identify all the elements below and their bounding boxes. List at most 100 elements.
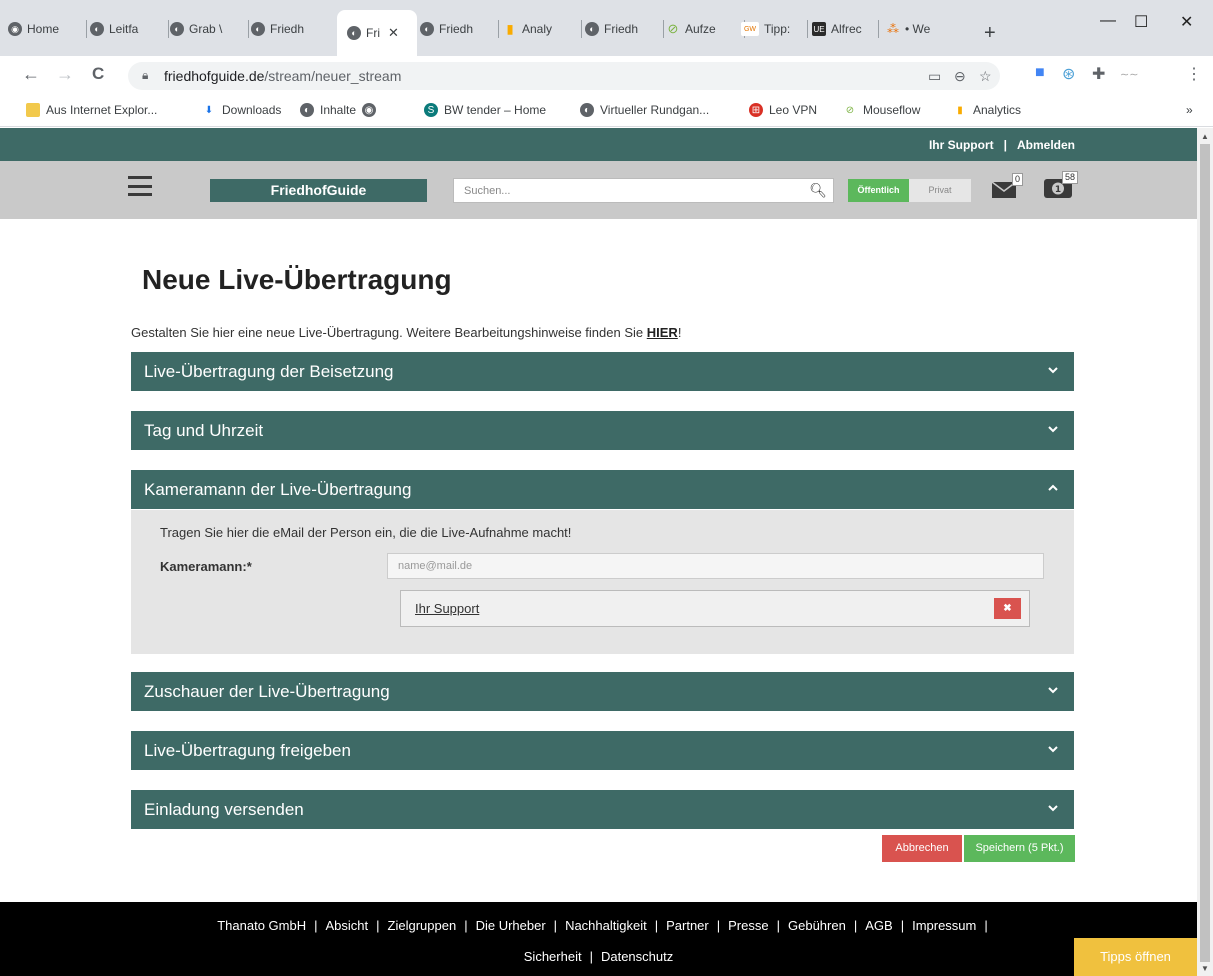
footer-divider: | bbox=[464, 918, 468, 933]
browser-tab[interactable]: ◐ Grab \ bbox=[170, 16, 246, 42]
kameramann-tag-link[interactable]: Ihr Support bbox=[415, 601, 479, 616]
site-icon: ◐ bbox=[251, 22, 265, 36]
cancel-button[interactable]: Abbrechen bbox=[882, 835, 962, 862]
browser-tab[interactable]: ◐ Leitfa bbox=[90, 16, 166, 42]
scroll-up-icon[interactable]: ▲ bbox=[1201, 132, 1209, 141]
browser-tab[interactable]: ◉ Home bbox=[8, 16, 84, 42]
bookmark-item[interactable]: ⬇ Downloads bbox=[202, 103, 282, 117]
tab-separator bbox=[168, 20, 169, 38]
tab-title: Tipp: bbox=[764, 22, 791, 36]
close-window-icon[interactable]: ✕ bbox=[1180, 12, 1193, 32]
site-logo[interactable]: FriedhofGuide bbox=[210, 179, 427, 202]
back-icon[interactable]: ← bbox=[22, 64, 40, 85]
bookmark-item[interactable]: ◐ Inhalte bbox=[300, 103, 356, 117]
footer-link[interactable]: Partner bbox=[666, 918, 709, 933]
footer-link[interactable]: Gebühren bbox=[788, 918, 846, 933]
extension-globe-icon[interactable]: ⊛ bbox=[1062, 64, 1075, 84]
footer-link[interactable]: Absicht bbox=[326, 918, 369, 933]
page-scrollbar[interactable]: ▲ ▼ bbox=[1197, 128, 1213, 976]
section-label: Live-Übertragung der Beisetzung bbox=[144, 362, 394, 381]
site-topbar: Ihr Support | Abmelden bbox=[0, 128, 1197, 161]
browser-tab[interactable]: ◐ Friedh bbox=[251, 16, 327, 42]
chevron-down-icon bbox=[1048, 746, 1058, 753]
footer-divider: | bbox=[654, 918, 659, 933]
site-header: FriedhofGuide Suchen... 🔍︎ Öffentlich Pr… bbox=[0, 161, 1197, 219]
bookmark-item[interactable]: ⊞ Leo VPN bbox=[749, 103, 817, 117]
minimize-icon[interactable]: — bbox=[1100, 12, 1116, 30]
footer-link[interactable]: Zielgruppen bbox=[388, 918, 457, 933]
new-tab-button[interactable]: + bbox=[984, 22, 996, 45]
browser-tab[interactable]: ◐ Friedh bbox=[420, 16, 496, 42]
toggle-public-button[interactable]: Öffentlich bbox=[848, 179, 909, 202]
reload-icon[interactable]: C bbox=[92, 64, 104, 84]
section-einladung[interactable]: Einladung versenden bbox=[131, 790, 1074, 829]
url-text: friedhofguide.de/stream/neuer_stream bbox=[164, 68, 402, 84]
logout-link[interactable]: Abmelden bbox=[1017, 138, 1075, 152]
footer-link[interactable]: Die Urheber bbox=[476, 918, 546, 933]
gw-icon: GW bbox=[741, 22, 759, 36]
help-link[interactable]: HIER bbox=[647, 325, 678, 340]
site-icon: ◐ bbox=[300, 103, 314, 117]
bookmark-item[interactable]: Aus Internet Explor... bbox=[26, 103, 157, 117]
coin-count-badge: 58 bbox=[1062, 171, 1079, 184]
topbar-divider: | bbox=[1003, 138, 1007, 152]
bookmark-item[interactable]: S BW tender – Home bbox=[424, 103, 546, 117]
close-tab-icon[interactable]: ✕ bbox=[388, 25, 399, 41]
browser-tab[interactable]: ▮ Analy bbox=[503, 16, 579, 42]
chevron-up-icon bbox=[1048, 484, 1058, 491]
hamburger-menu-icon[interactable] bbox=[128, 176, 152, 196]
browser-tab[interactable]: GW Tipp: bbox=[741, 16, 805, 42]
section-label: Tag und Uhrzeit bbox=[144, 421, 264, 440]
chevron-down-icon bbox=[1048, 426, 1058, 433]
browser-tab[interactable]: ◐ Friedh bbox=[585, 16, 661, 42]
chevron-down-icon bbox=[1048, 687, 1058, 694]
footer-link[interactable]: Nachhaltigkeit bbox=[565, 918, 647, 933]
section-kameramann[interactable]: Kameramann der Live-Übertragung bbox=[131, 470, 1074, 509]
browser-tab[interactable]: ⊘ Aufze bbox=[666, 16, 742, 42]
search-placeholder: Suchen... bbox=[464, 185, 511, 197]
footer-link[interactable]: Impressum bbox=[912, 918, 976, 933]
section-tag-uhrzeit[interactable]: Tag und Uhrzeit bbox=[131, 411, 1074, 450]
scrollbar-thumb[interactable] bbox=[1200, 144, 1210, 962]
footer-link[interactable]: Sicherheit bbox=[524, 949, 582, 964]
section-zuschauer[interactable]: Zuschauer der Live-Übertragung bbox=[131, 672, 1074, 711]
scroll-down-icon[interactable]: ▼ bbox=[1201, 964, 1209, 973]
bookmark-item[interactable]: ◉ bbox=[362, 103, 382, 117]
kameramann-email-input[interactable]: name@mail.de bbox=[387, 553, 1044, 579]
extension-color-icon[interactable]: ■ bbox=[1035, 64, 1045, 82]
site-icon: ◐ bbox=[580, 103, 594, 117]
footer-link[interactable]: Thanato GmbH bbox=[217, 918, 306, 933]
zoom-icon[interactable]: ⊖ bbox=[954, 68, 966, 85]
footer-link[interactable]: Presse bbox=[728, 918, 768, 933]
save-button[interactable]: Speichern (5 Pkt.) bbox=[964, 835, 1075, 862]
cast-icon[interactable]: ▭ bbox=[928, 68, 941, 85]
extension-signature-icon[interactable]: ∼∼ bbox=[1120, 68, 1138, 81]
section-label: Einladung versenden bbox=[144, 800, 304, 819]
tips-open-button[interactable]: Tipps öffnen bbox=[1074, 938, 1197, 976]
section-beisetzung[interactable]: Live-Übertragung der Beisetzung bbox=[131, 352, 1074, 391]
search-input[interactable]: Suchen... 🔍︎ bbox=[453, 178, 834, 203]
bookmark-item[interactable]: ⊘ Mouseflow bbox=[843, 103, 921, 117]
support-link[interactable]: Ihr Support bbox=[929, 138, 994, 152]
section-freigeben[interactable]: Live-Übertragung freigeben bbox=[131, 731, 1074, 770]
chevron-down-icon bbox=[1048, 805, 1058, 812]
browser-tab[interactable]: ◐ Fri ✕ bbox=[337, 10, 417, 56]
bookmark-item[interactable]: ▮ Analytics bbox=[953, 103, 1021, 117]
star-icon[interactable]: ☆ bbox=[979, 68, 992, 85]
footer-link[interactable]: Datenschutz bbox=[601, 949, 673, 964]
toggle-private-button[interactable]: Privat bbox=[909, 179, 971, 202]
address-bar[interactable]: 🔒︎ friedhofguide.de/stream/neuer_stream … bbox=[128, 62, 1000, 90]
footer-link[interactable]: AGB bbox=[865, 918, 892, 933]
maximize-icon[interactable]: ☐ bbox=[1134, 12, 1148, 32]
extensions-puzzle-icon[interactable]: ✚ bbox=[1092, 64, 1105, 84]
search-icon[interactable]: 🔍︎ bbox=[809, 182, 827, 199]
remove-kameramann-button[interactable]: ✖ bbox=[994, 598, 1021, 619]
tab-title: Leitfa bbox=[109, 22, 139, 36]
forward-icon[interactable]: → bbox=[56, 64, 74, 85]
browser-tab[interactable]: UE Alfrec bbox=[812, 16, 876, 42]
browser-tab[interactable]: ⁂ • We bbox=[886, 16, 950, 42]
bookmarks-more-icon[interactable]: » bbox=[1186, 103, 1193, 117]
bookmark-item[interactable]: ◐ Virtueller Rundgan... bbox=[580, 103, 709, 117]
menu-kebab-icon[interactable]: ⋮ bbox=[1186, 64, 1202, 84]
tab-separator bbox=[663, 20, 664, 38]
